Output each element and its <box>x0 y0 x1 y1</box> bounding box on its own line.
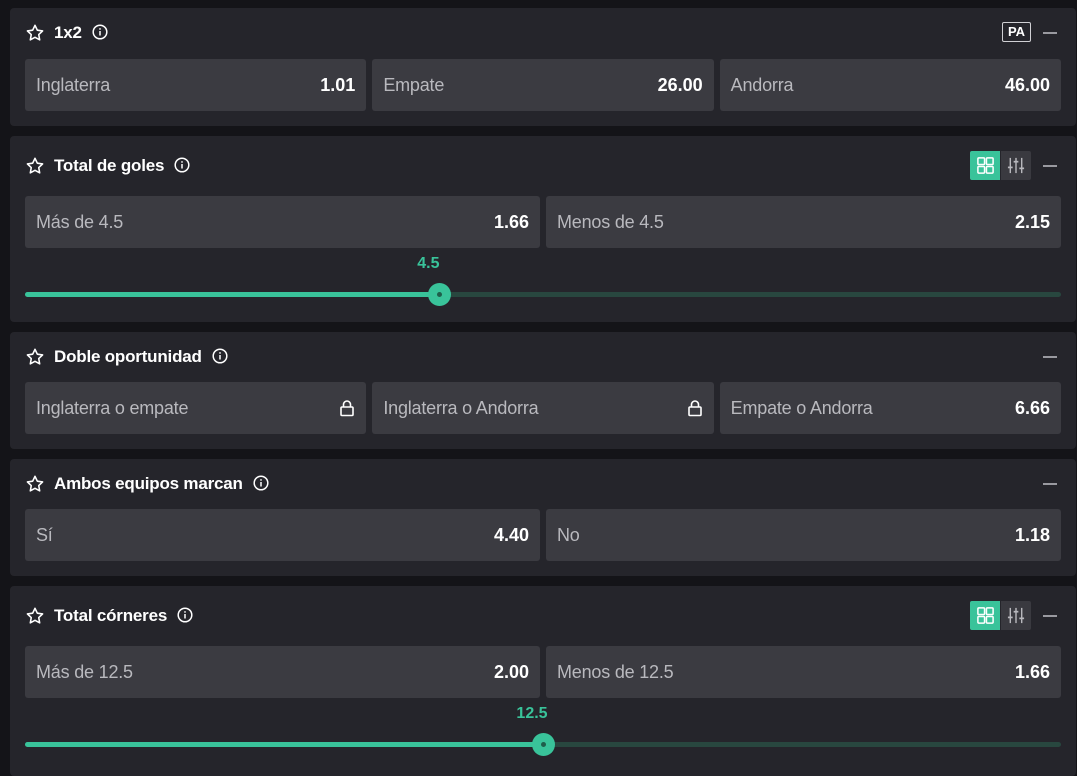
slider-value: 12.5 <box>516 705 548 722</box>
odds-row: Inglaterra 1.01 Empate 26.00 Andorra 46.… <box>25 59 1061 111</box>
sliders-icon <box>1006 606 1026 625</box>
slider-value: 4.5 <box>417 255 440 272</box>
market-header: Total de goles <box>10 136 1076 186</box>
info-circle-icon[interactable] <box>92 24 108 40</box>
info-circle-icon[interactable] <box>177 607 193 623</box>
market-header: Total córneres <box>10 586 1076 636</box>
market-title: 1x2 <box>54 23 108 43</box>
line-slider: 12.5 <box>25 705 1061 759</box>
pa-badge: PA <box>1002 22 1031 42</box>
odd-label: Empate o Andorra <box>730 397 873 418</box>
grid-icon <box>976 606 995 625</box>
market-1x2: 1x2 PA Inglaterra 1.01 Empate 26.00 Ando… <box>10 8 1076 126</box>
odd-button[interactable]: Sí 4.40 <box>25 509 540 561</box>
odd-value: 6.66 <box>1014 397 1050 418</box>
view-toggle <box>970 151 1031 180</box>
lock-icon <box>687 399 703 417</box>
grid-view-button[interactable] <box>970 601 1000 630</box>
market-total-goles: Total de goles Más de 4.5 1.66 Menos de … <box>10 136 1076 322</box>
odd-value: 1.01 <box>320 74 356 95</box>
odd-label: Andorra <box>730 74 794 95</box>
minus-icon[interactable] <box>1043 356 1057 358</box>
odd-label: Más de 12.5 <box>36 661 133 682</box>
odd-value: 2.00 <box>493 661 529 682</box>
odd-label: No <box>557 524 580 545</box>
lock-icon <box>339 399 355 417</box>
odd-button[interactable]: No 1.18 <box>546 509 1061 561</box>
sliders-icon <box>1006 156 1026 175</box>
odd-label: Empate <box>383 74 445 95</box>
market-header: Doble oportunidad <box>10 332 1076 382</box>
odd-button[interactable]: Andorra 46.00 <box>719 59 1061 111</box>
minus-icon[interactable] <box>1043 483 1057 485</box>
star-outline-icon[interactable] <box>25 606 45 626</box>
odds-row: Más de 12.5 2.00 Menos de 12.5 1.66 <box>25 646 1061 698</box>
odd-label: Inglaterra <box>36 74 111 95</box>
star-outline-icon[interactable] <box>25 23 45 43</box>
market-title-text: Ambos equipos marcan <box>54 474 243 493</box>
market-ambos-equipos-marcan: Ambos equipos marcan Sí 4.40 No 1.18 <box>10 459 1076 576</box>
star-outline-icon[interactable] <box>25 156 45 176</box>
odd-value: 4.40 <box>493 524 529 545</box>
market-title-text: 1x2 <box>54 23 82 42</box>
odds-row: Más de 4.5 1.66 Menos de 4.5 2.15 <box>25 196 1061 248</box>
market-title-text: Total de goles <box>54 156 165 175</box>
odd-button[interactable]: Inglaterra 1.01 <box>25 59 367 111</box>
slider-view-button[interactable] <box>1001 151 1031 180</box>
info-circle-icon[interactable] <box>212 348 228 364</box>
market-doble-oportunidad: Doble oportunidad Inglaterra o empate In… <box>10 332 1076 449</box>
market-title: Ambos equipos marcan <box>54 474 269 494</box>
odds-row: Sí 4.40 No 1.18 <box>25 509 1061 561</box>
market-title: Total de goles <box>54 156 190 176</box>
line-slider: 4.5 <box>25 255 1061 309</box>
slider-thumb[interactable]: 4.5 <box>417 255 452 306</box>
minus-icon[interactable] <box>1043 165 1057 167</box>
odd-label: Menos de 12.5 <box>557 661 674 682</box>
view-toggle <box>970 601 1031 630</box>
grid-view-button[interactable] <box>970 151 1000 180</box>
odd-button[interactable]: Menos de 12.5 1.66 <box>546 646 1061 698</box>
star-outline-icon[interactable] <box>25 347 45 367</box>
slider-thumb[interactable]: 12.5 <box>516 705 555 756</box>
market-title-text: Doble oportunidad <box>54 347 202 366</box>
odd-button[interactable]: Más de 4.5 1.66 <box>25 196 540 248</box>
odd-value: 1.66 <box>1014 661 1050 682</box>
odd-label: Más de 4.5 <box>36 211 124 232</box>
odd-value: 1.66 <box>493 211 529 232</box>
market-title: Total córneres <box>54 606 193 626</box>
odd-value: 2.15 <box>1014 211 1050 232</box>
minus-icon[interactable] <box>1043 32 1057 34</box>
odds-row: Inglaterra o empate Inglaterra o Andorra… <box>25 382 1061 434</box>
market-header: Ambos equipos marcan <box>10 459 1076 509</box>
odd-button[interactable]: Empate o Andorra 6.66 <box>719 382 1061 434</box>
star-outline-icon[interactable] <box>25 474 45 494</box>
market-title: Doble oportunidad <box>54 347 228 367</box>
odd-button-locked[interactable]: Inglaterra o Andorra <box>372 382 714 434</box>
odd-label: Menos de 4.5 <box>557 211 664 232</box>
odd-button[interactable]: Empate 26.00 <box>372 59 714 111</box>
odd-button[interactable]: Menos de 4.5 2.15 <box>546 196 1061 248</box>
odd-label: Inglaterra o Andorra <box>383 397 539 418</box>
info-circle-icon[interactable] <box>174 157 190 173</box>
odd-button-locked[interactable]: Inglaterra o empate <box>25 382 367 434</box>
slider-fill <box>25 292 440 297</box>
market-header: 1x2 PA <box>10 8 1076 58</box>
slider-fill <box>25 742 543 747</box>
market-title-text: Total córneres <box>54 606 168 625</box>
odd-value: 26.00 <box>657 74 703 95</box>
odd-value: 46.00 <box>1004 74 1050 95</box>
info-circle-icon[interactable] <box>253 475 269 491</box>
grid-icon <box>976 156 995 175</box>
market-total-corneres: Total córneres Más de 12.5 2.00 Menos de… <box>10 586 1076 776</box>
odd-value: 1.18 <box>1014 524 1050 545</box>
minus-icon[interactable] <box>1043 615 1057 617</box>
odd-label: Inglaterra o empate <box>36 397 189 418</box>
odd-button[interactable]: Más de 12.5 2.00 <box>25 646 540 698</box>
odd-label: Sí <box>36 524 53 545</box>
slider-view-button[interactable] <box>1001 601 1031 630</box>
